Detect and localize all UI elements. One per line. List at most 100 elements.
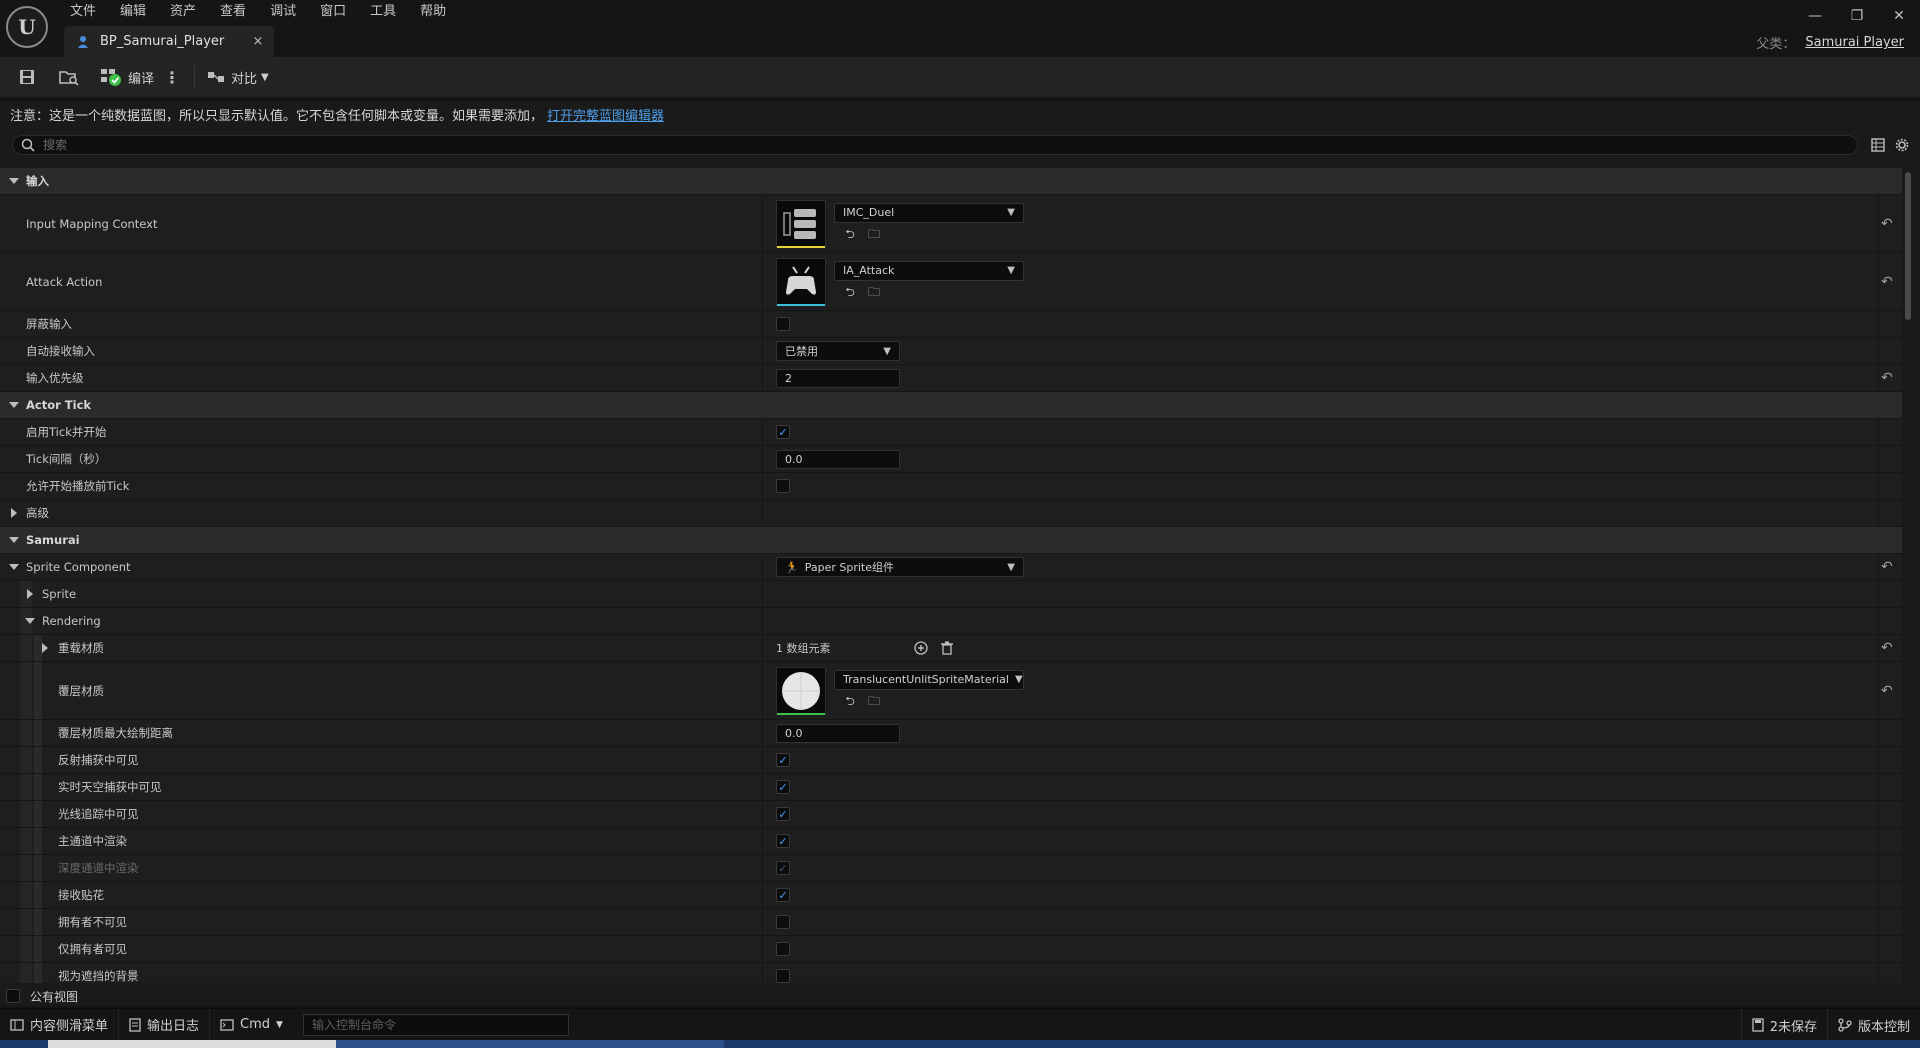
output-log-button[interactable]: 输出日志: [119, 1008, 211, 1041]
column-divider[interactable]: [762, 608, 763, 634]
column-divider[interactable]: [762, 473, 763, 499]
column-divider[interactable]: [762, 828, 763, 854]
menu-tools[interactable]: 工具: [358, 2, 408, 22]
content-drawer-button[interactable]: 内容侧滑菜单: [0, 1008, 120, 1041]
settings-gear-icon[interactable]: [1890, 135, 1914, 155]
taskbar-item[interactable]: [336, 1040, 724, 1048]
unreal-logo-icon[interactable]: U: [6, 6, 48, 48]
search-box[interactable]: [12, 135, 1858, 155]
collapsed-arrow-icon[interactable]: [11, 508, 17, 518]
column-divider[interactable]: [762, 909, 763, 935]
column-divider[interactable]: [762, 581, 763, 607]
column-divider[interactable]: [762, 635, 763, 661]
ia-thumbnail[interactable]: [776, 257, 826, 306]
minimize-icon[interactable]: —: [1794, 0, 1836, 32]
category-input[interactable]: 输入: [0, 168, 1902, 195]
open-full-editor-link[interactable]: 打开完整蓝图编辑器: [547, 105, 664, 124]
column-divider[interactable]: [762, 963, 763, 983]
column-divider[interactable]: [762, 747, 763, 773]
column-divider[interactable]: [762, 446, 763, 472]
reset-to-default-icon[interactable]: ↶: [1881, 365, 1893, 391]
expand-arrow-icon[interactable]: [25, 618, 35, 624]
block-input-checkbox[interactable]: [776, 317, 790, 331]
receives-decals-checkbox[interactable]: ✓: [776, 888, 790, 902]
use-selected-icon[interactable]: ⮌: [838, 285, 862, 303]
restore-icon[interactable]: ❐: [1836, 0, 1878, 32]
column-divider[interactable]: [762, 365, 763, 391]
taskbar-item[interactable]: [48, 1040, 336, 1048]
menu-file[interactable]: 文件: [58, 2, 108, 22]
reset-to-default-icon[interactable]: ↶: [1881, 253, 1893, 310]
save-icon[interactable]: [12, 62, 42, 92]
visible-raytracing-checkbox[interactable]: ✓: [776, 807, 790, 821]
sprite-component-combo[interactable]: 🏃 Paper Sprite组件 ▼: [776, 557, 1024, 577]
column-divider[interactable]: [762, 419, 763, 445]
diff-button[interactable]: 对比 ▼: [203, 62, 273, 92]
render-main-pass-checkbox[interactable]: ✓: [776, 834, 790, 848]
scrollbar-thumb[interactable]: [1905, 172, 1911, 320]
public-view-checkbox[interactable]: [6, 989, 20, 1003]
unsaved-button[interactable]: 2未保存: [1740, 1009, 1828, 1041]
category-actor-tick[interactable]: Actor Tick: [0, 392, 1902, 419]
source-control-button[interactable]: 版本控制: [1828, 1009, 1920, 1041]
expand-arrow-icon[interactable]: [9, 537, 19, 543]
console-input-box[interactable]: [302, 1013, 569, 1036]
column-divider[interactable]: [762, 253, 763, 310]
cmd-dropdown[interactable]: Cmd ▼: [210, 1009, 293, 1041]
asset-combo[interactable]: IA_Attack ▼: [834, 260, 1024, 281]
collapsed-arrow-icon[interactable]: [27, 589, 33, 599]
reset-to-default-icon[interactable]: ↶: [1881, 195, 1893, 252]
close-window-icon[interactable]: ✕: [1878, 0, 1920, 32]
column-divider[interactable]: [762, 311, 763, 337]
collapsed-arrow-icon[interactable]: [42, 643, 48, 653]
browse-folder-icon[interactable]: 🗀: [862, 227, 886, 245]
column-divider[interactable]: [762, 554, 763, 580]
browse-folder-icon[interactable]: 🗀: [862, 285, 886, 303]
input-priority-field[interactable]: 2: [776, 368, 900, 388]
menu-window[interactable]: 窗口: [308, 2, 358, 22]
property-matrix-icon[interactable]: [1866, 135, 1890, 155]
imc-thumbnail[interactable]: [776, 199, 826, 248]
browse-asset-icon[interactable]: [54, 62, 84, 92]
compile-options-icon[interactable]: ⋮: [158, 68, 186, 87]
visible-sky-checkbox[interactable]: ✓: [776, 780, 790, 794]
auto-receive-input-combo[interactable]: 已禁用 ▼: [776, 341, 900, 361]
menu-edit[interactable]: 编辑: [108, 2, 158, 22]
details-scrollbar[interactable]: [1904, 168, 1912, 983]
compile-button[interactable]: 编译: [96, 62, 158, 92]
column-divider[interactable]: [762, 195, 763, 252]
reset-to-default-icon[interactable]: ↶: [1881, 662, 1893, 719]
overlay-max-draw-field[interactable]: 0.0: [776, 723, 900, 743]
only-owner-see-checkbox[interactable]: [776, 942, 790, 956]
tab-close-icon[interactable]: ×: [248, 34, 268, 49]
menu-view[interactable]: 查看: [208, 2, 258, 22]
asset-combo[interactable]: TranslucentUnlitSpriteMaterial ▼: [834, 669, 1024, 690]
visible-reflection-checkbox[interactable]: ✓: [776, 753, 790, 767]
tab-blueprint[interactable]: BP_Samurai_Player ×: [64, 26, 274, 57]
expand-arrow-icon[interactable]: [9, 402, 19, 408]
expand-arrow-icon[interactable]: [9, 178, 19, 184]
column-divider[interactable]: [762, 338, 763, 364]
delete-trash-icon[interactable]: [934, 641, 960, 655]
reset-to-default-icon[interactable]: ↶: [1881, 554, 1893, 580]
column-divider[interactable]: [762, 936, 763, 962]
tick-interval-field[interactable]: 0.0: [776, 449, 900, 469]
column-divider[interactable]: [762, 720, 763, 746]
menu-asset[interactable]: 资产: [158, 2, 208, 22]
parent-class-link[interactable]: Samurai Player: [1805, 35, 1904, 50]
column-divider[interactable]: [762, 855, 763, 881]
treat-as-background-checkbox[interactable]: [776, 969, 790, 983]
column-divider[interactable]: [762, 801, 763, 827]
owner-no-see-checkbox[interactable]: [776, 915, 790, 929]
column-divider[interactable]: [762, 882, 763, 908]
browse-folder-icon[interactable]: 🗀: [862, 694, 886, 712]
console-input[interactable]: [311, 1017, 562, 1032]
asset-combo[interactable]: IMC_Duel ▼: [834, 202, 1024, 223]
column-divider[interactable]: [762, 500, 763, 526]
category-advanced[interactable]: 高级: [0, 500, 1902, 527]
add-element-icon[interactable]: [908, 641, 934, 655]
material-thumbnail[interactable]: [776, 666, 826, 715]
start-with-tick-checkbox[interactable]: ✓: [776, 425, 790, 439]
use-selected-icon[interactable]: ⮌: [838, 694, 862, 712]
search-input[interactable]: [43, 138, 1743, 152]
